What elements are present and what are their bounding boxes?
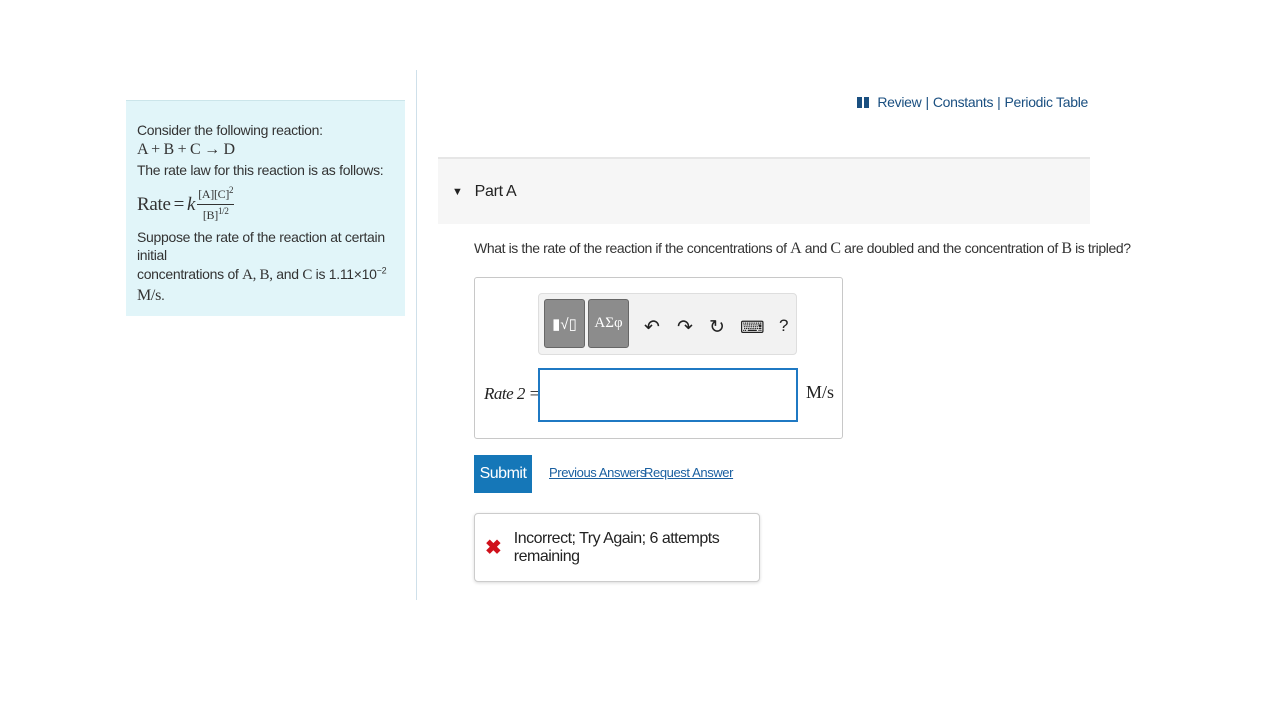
rate-law-equation: Rate = k [A][C]2 [B]1/2: [137, 185, 397, 224]
resource-links: Review | Constants | Periodic Table: [857, 94, 1088, 110]
templates-button[interactable]: ▮√▯: [544, 299, 585, 348]
periodic-table-link[interactable]: Periodic Table: [1005, 94, 1089, 110]
request-answer-link[interactable]: Request Answer: [644, 465, 733, 480]
column-divider: [416, 70, 417, 600]
rate-law-fraction: [A][C]2 [B]1/2: [197, 185, 235, 224]
reaction-equation: A + B + C → D: [137, 141, 235, 159]
constants-link[interactable]: Constants: [933, 94, 994, 110]
answer-unit: M/s: [806, 382, 835, 402]
collapse-triangle-icon: ▼: [452, 185, 463, 198]
initial-rate-value: 1.11×10: [328, 265, 377, 282]
part-a-header[interactable]: ▼ Part A: [438, 157, 1090, 224]
rate-constant: k: [187, 193, 196, 215]
suppose-line-1: Suppose the rate of the reaction at cert…: [137, 228, 385, 264]
keyboard-icon[interactable]: ⌨: [740, 318, 765, 338]
link-separator: |: [925, 94, 929, 110]
link-separator: |: [997, 94, 1001, 110]
question-text: What is the rate of the reaction if the …: [474, 240, 1131, 257]
undo-icon[interactable]: ↶: [644, 316, 660, 339]
suppose-line-2: concentrations of A, B, and C is 1.11×10…: [137, 264, 387, 305]
part-title: Part A: [474, 182, 517, 200]
reset-icon[interactable]: ↻: [709, 316, 725, 339]
feedback-message: Incorrect; Try Again; 6 attempts remaini…: [513, 529, 720, 565]
problem-panel: Consider the following reaction: A + B +…: [126, 100, 405, 316]
review-link[interactable]: Review: [877, 94, 921, 110]
answer-box: ▮√▯ ΑΣφ ↶ ↷ ↻ ⌨ ? Rate 2 = M/s: [474, 277, 843, 439]
book-icon: [857, 96, 870, 108]
help-icon[interactable]: ?: [779, 316, 788, 336]
problem-intro: Consider the following reaction:: [137, 122, 323, 138]
feedback-box: ✖ Incorrect; Try Again; 6 attempts remai…: [474, 513, 760, 582]
redo-icon[interactable]: ↷: [677, 316, 693, 339]
incorrect-x-icon: ✖: [485, 537, 502, 559]
answer-label: Rate 2 =: [484, 384, 540, 403]
rate-law-equals: =: [173, 193, 185, 215]
submit-button[interactable]: Submit: [474, 455, 532, 493]
math-toolbar: ▮√▯ ΑΣφ ↶ ↷ ↻ ⌨ ?: [538, 293, 797, 355]
previous-answers-link[interactable]: Previous Answers: [549, 465, 646, 480]
rate-law-lhs: Rate: [137, 193, 171, 215]
rate-law-numerator: [A][C]2: [197, 185, 235, 205]
rate-answer-input[interactable]: [538, 368, 798, 422]
symbols-button[interactable]: ΑΣφ: [588, 299, 629, 348]
rate-law-denominator: [B]1/2: [202, 205, 229, 222]
rate-law-intro: The rate law for this reaction is as fol…: [137, 161, 384, 178]
